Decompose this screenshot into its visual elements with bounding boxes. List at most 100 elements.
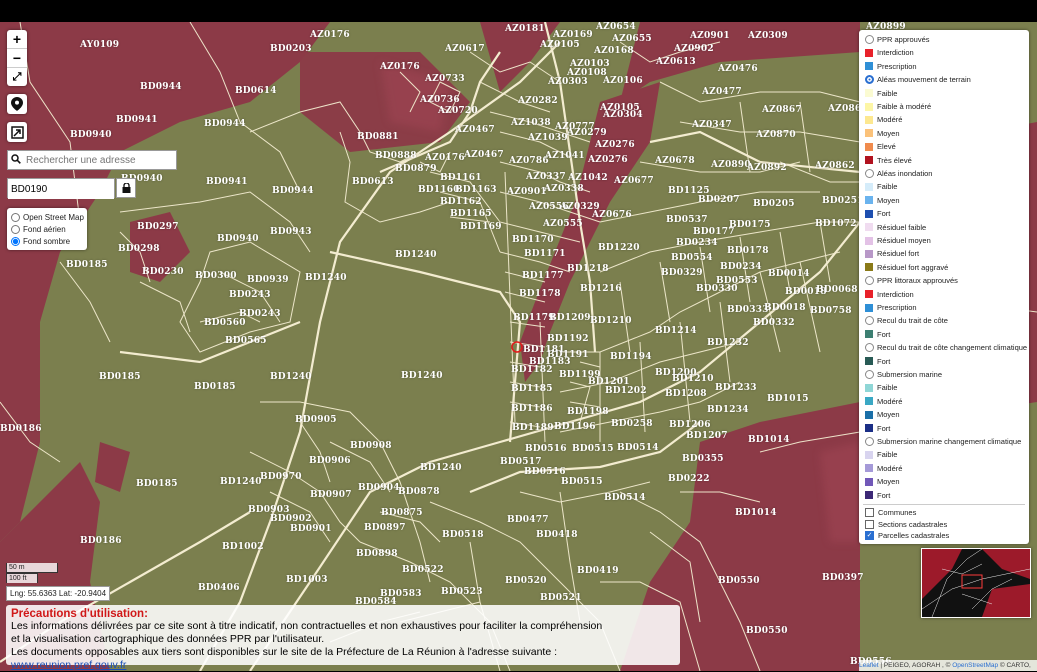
basemap-dark-radio[interactable] xyxy=(11,236,20,246)
parcel-label: AZ0867 xyxy=(762,105,802,115)
parcel-label: AZ0476 xyxy=(718,64,758,74)
legend-class: Interdiction xyxy=(865,46,914,59)
parcel-label: BD1220 xyxy=(598,243,640,253)
legend-label: Faible à modéré xyxy=(877,102,932,111)
locate-button[interactable] xyxy=(7,94,27,114)
layer-radio[interactable] xyxy=(865,370,874,379)
parcel-label: AY0109 xyxy=(80,40,120,50)
basemap-osm-radio[interactable] xyxy=(11,212,20,222)
legend-divider xyxy=(863,504,1025,505)
legend-label: Très élevé xyxy=(877,155,912,165)
parcel-label: BD1198 xyxy=(567,407,609,417)
parcel-label: AZ0556 xyxy=(529,202,569,212)
zoom-in-button[interactable]: + xyxy=(7,30,27,49)
basemap-aerial-radio[interactable] xyxy=(11,224,20,234)
layer-radio[interactable] xyxy=(865,169,874,178)
parcel-label: BD0522 xyxy=(402,565,444,575)
legend-swatch xyxy=(865,249,873,258)
parcel-label: BD0018 xyxy=(764,303,806,313)
parcel-label: AZ0901 xyxy=(690,31,730,41)
legend-label: Moyen xyxy=(877,410,900,420)
legend-layer-option[interactable]: PPR approuvés xyxy=(865,33,930,46)
basemap-osm[interactable]: Open Street Map xyxy=(7,211,87,223)
parcel-label: BD0516 xyxy=(525,444,567,454)
parcel-label: AZ0654 xyxy=(596,22,636,32)
parcel-label: BD1240 xyxy=(395,250,437,260)
legend-swatch xyxy=(865,156,873,165)
fullscreen-button[interactable]: ⤢ xyxy=(7,68,27,86)
layer-radio[interactable] xyxy=(865,343,874,353)
layer-radio[interactable] xyxy=(865,276,874,286)
parcel-label: AZ0892 xyxy=(747,163,787,173)
layer-radio[interactable] xyxy=(865,35,874,44)
parcel-label: BD1214 xyxy=(655,326,697,336)
layer-radio[interactable] xyxy=(865,75,874,85)
parcel-label: BD0185 xyxy=(99,372,141,382)
legend-layer-option[interactable]: Aléas inondation xyxy=(865,167,932,180)
prefecture-link[interactable]: www.reunion.pref.gouv.fr xyxy=(11,659,126,671)
parcel-label: BD1240 xyxy=(305,273,347,283)
overlay-checkbox[interactable] xyxy=(865,519,874,529)
parcel-label: AZ0467 xyxy=(464,150,504,160)
legend-layer-option[interactable]: Aléas mouvement de terrain xyxy=(865,73,971,86)
parcel-label: BD1189 xyxy=(512,423,554,433)
parcel-label: BD0944 xyxy=(272,186,314,196)
overlay-checkbox[interactable]: ✓ xyxy=(865,531,874,540)
layer-radio[interactable] xyxy=(865,316,874,326)
parcel-label: BD1178 xyxy=(519,289,561,299)
parcel-label: BD0230 xyxy=(142,267,184,277)
legend-layer-option[interactable]: PPR littoraux approuvés xyxy=(865,274,958,287)
legend-swatch xyxy=(865,142,873,151)
legend-label: Faible xyxy=(877,182,898,192)
zoom-out-button[interactable]: − xyxy=(7,49,27,68)
parcel-label: BD0905 xyxy=(295,415,337,425)
parcel-label: BD0553 xyxy=(716,276,758,286)
parcel-label: AZ0105 xyxy=(540,40,580,50)
search-input[interactable] xyxy=(24,153,173,167)
basemap-aerial[interactable]: Fond aérien xyxy=(7,223,87,235)
leaflet-link[interactable]: Leaflet xyxy=(859,662,879,669)
parcel-label: BD0185 xyxy=(136,479,178,489)
parcel-label: BD0514 xyxy=(617,443,659,453)
legend-label: Modéré xyxy=(877,463,903,473)
legend-swatch xyxy=(865,209,873,218)
legend-swatch xyxy=(865,424,873,433)
scale-metric: 50 m xyxy=(6,563,58,573)
basemap-dark[interactable]: Fond sombre xyxy=(7,235,87,247)
parcel-search[interactable] xyxy=(7,178,115,199)
parcel-label: BD0875 xyxy=(381,508,423,518)
osm-link[interactable]: OpenStreetMap xyxy=(952,662,998,669)
legend-layer-option[interactable]: Submersion marine changement climatique xyxy=(865,435,1021,448)
legend-class: Moyen xyxy=(865,127,900,140)
export-button[interactable] xyxy=(7,122,27,142)
parcel-label: BD0908 xyxy=(350,441,392,451)
parcel-label: BD0907 xyxy=(310,490,352,500)
parcel-label: BD0014 xyxy=(768,269,810,279)
overlay-checkbox[interactable] xyxy=(865,508,874,517)
legend-label: Faible xyxy=(877,88,898,98)
parcel-label: AZ0677 xyxy=(614,176,654,186)
parcel-label: BD0178 xyxy=(727,246,769,256)
parcel-label: BD1185 xyxy=(511,384,553,394)
legend-label: Fort xyxy=(877,423,891,433)
legend-label: Prescription xyxy=(877,61,917,71)
legend-class: Faible xyxy=(865,87,897,100)
parcel-input[interactable] xyxy=(8,180,114,199)
legend-layer-option[interactable]: Recul du trait de côte xyxy=(865,314,948,327)
minimap[interactable] xyxy=(921,548,1031,618)
parcel-label: AZ0902 xyxy=(674,44,714,54)
legend-layer-option[interactable]: Submersion marine xyxy=(865,368,942,381)
address-search[interactable] xyxy=(7,150,177,170)
lock-button[interactable] xyxy=(116,178,136,198)
legend-class: Fort xyxy=(865,328,890,341)
legend-class: Résiduel fort aggravé xyxy=(865,261,948,274)
layer-radio[interactable] xyxy=(865,437,874,446)
legend-label: Prescription xyxy=(877,303,917,312)
parcel-label: BD0879 xyxy=(395,164,437,174)
legend-label: Moyen xyxy=(877,195,900,205)
legend-layer-option[interactable]: Recul du trait de côte changement climat… xyxy=(865,341,1027,354)
overlay-toggle[interactable]: ✓ Parcelles cadastrales xyxy=(865,529,949,542)
parcel-label: BD0258 xyxy=(611,419,653,429)
legend-label: Submersion marine changement climatique xyxy=(877,437,1022,446)
legend-label: Fort xyxy=(877,209,891,219)
